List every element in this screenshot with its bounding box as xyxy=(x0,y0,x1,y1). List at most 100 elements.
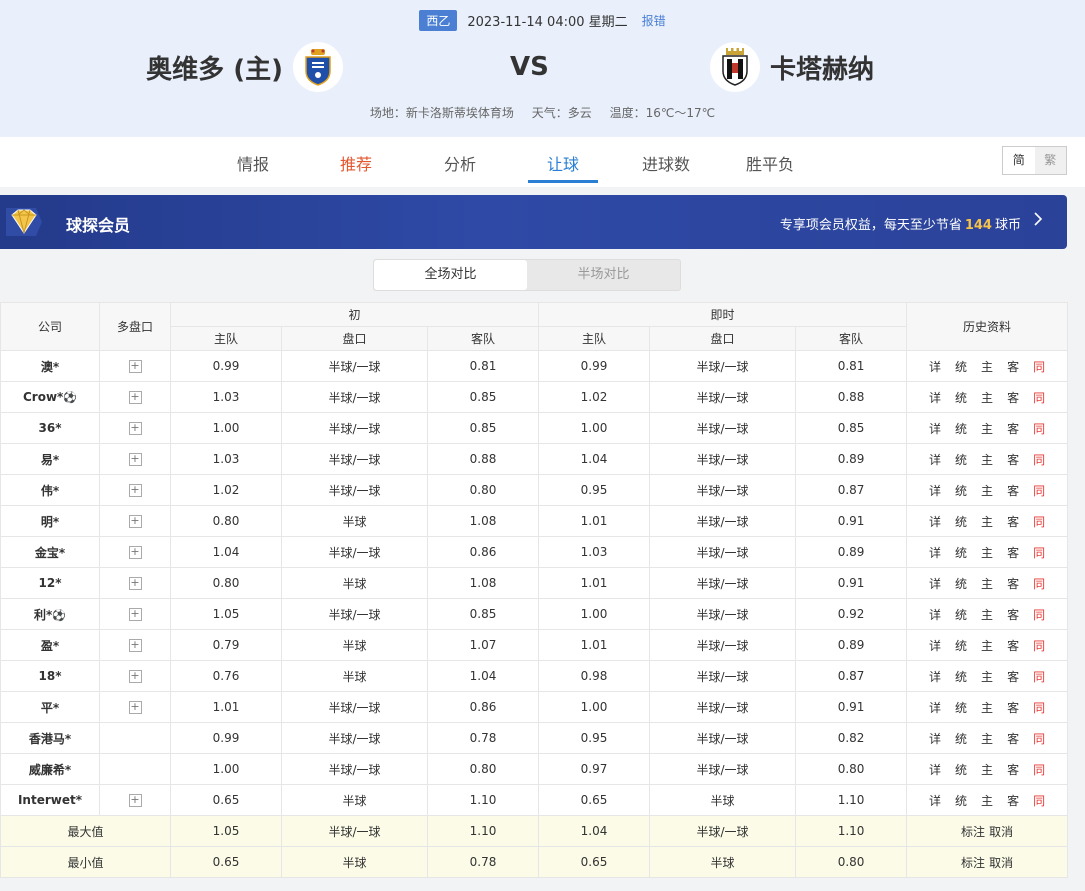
history-away-link[interactable]: 客 xyxy=(1007,577,1019,591)
company-name[interactable]: 利* xyxy=(34,608,52,622)
company-name[interactable]: 伟* xyxy=(41,484,59,498)
history-detail-link[interactable]: 详 xyxy=(929,484,941,498)
mark-link[interactable]: 标注 xyxy=(961,825,985,839)
history-same-link[interactable]: 同 xyxy=(1033,577,1045,591)
history-stats-link[interactable]: 统 xyxy=(955,453,967,467)
history-home-link[interactable]: 主 xyxy=(981,577,993,591)
history-home-link[interactable]: 主 xyxy=(981,360,993,374)
history-stats-link[interactable]: 统 xyxy=(955,577,967,591)
expand-plus-icon[interactable]: + xyxy=(128,794,142,807)
history-stats-link[interactable]: 统 xyxy=(955,484,967,498)
expand-plus-icon[interactable]: + xyxy=(128,360,142,373)
history-detail-link[interactable]: 详 xyxy=(929,515,941,529)
expand-plus-icon[interactable]: + xyxy=(128,608,142,621)
company-cell[interactable]: 金宝* xyxy=(0,536,100,568)
company-cell[interactable]: 12* xyxy=(0,567,100,599)
company-cell[interactable]: 平* xyxy=(0,691,100,723)
history-same-link[interactable]: 同 xyxy=(1033,763,1045,777)
history-away-link[interactable]: 客 xyxy=(1007,484,1019,498)
history-detail-link[interactable]: 详 xyxy=(929,577,941,591)
history-home-link[interactable]: 主 xyxy=(981,515,993,529)
company-cell[interactable]: Crow*⚽ xyxy=(0,381,100,413)
history-away-link[interactable]: 客 xyxy=(1007,639,1019,653)
company-cell[interactable]: 澳* xyxy=(0,350,100,382)
history-stats-link[interactable]: 统 xyxy=(955,670,967,684)
history-home-link[interactable]: 主 xyxy=(981,608,993,622)
company-name[interactable]: 平* xyxy=(41,701,59,715)
cancel-link[interactable]: 取消 xyxy=(989,856,1013,870)
history-detail-link[interactable]: 详 xyxy=(929,763,941,777)
company-cell[interactable]: 盈* xyxy=(0,629,100,661)
company-name[interactable]: 12* xyxy=(39,576,62,590)
expand-plus-icon[interactable]: + xyxy=(128,670,142,683)
company-name[interactable]: 澳* xyxy=(41,360,59,374)
tab-1x2[interactable]: 胜平负 xyxy=(746,151,794,175)
history-away-link[interactable]: 客 xyxy=(1007,422,1019,436)
history-home-link[interactable]: 主 xyxy=(981,701,993,715)
history-stats-link[interactable]: 统 xyxy=(955,422,967,436)
history-stats-link[interactable]: 统 xyxy=(955,546,967,560)
history-detail-link[interactable]: 详 xyxy=(929,360,941,374)
history-detail-link[interactable]: 详 xyxy=(929,422,941,436)
report-error-link[interactable]: 报错 xyxy=(642,12,666,29)
history-detail-link[interactable]: 详 xyxy=(929,732,941,746)
tab-intel[interactable]: 情报 xyxy=(237,151,269,175)
history-away-link[interactable]: 客 xyxy=(1007,608,1019,622)
away-team[interactable]: 卡塔赫纳 xyxy=(710,42,874,92)
expand-plus-icon[interactable]: + xyxy=(128,391,142,404)
history-same-link[interactable]: 同 xyxy=(1033,391,1045,405)
history-same-link[interactable]: 同 xyxy=(1033,670,1045,684)
history-away-link[interactable]: 客 xyxy=(1007,360,1019,374)
company-name[interactable]: Crow* xyxy=(23,390,63,404)
company-cell[interactable]: 伟* xyxy=(0,474,100,506)
mark-link[interactable]: 标注 xyxy=(961,856,985,870)
history-same-link[interactable]: 同 xyxy=(1033,484,1045,498)
history-detail-link[interactable]: 详 xyxy=(929,453,941,467)
home-team-logo-icon[interactable] xyxy=(293,42,343,92)
history-stats-link[interactable]: 统 xyxy=(955,732,967,746)
home-team[interactable]: 奥维多 (主) xyxy=(146,42,343,92)
half-time-compare-button[interactable]: 半场对比 xyxy=(527,260,680,290)
away-team-name[interactable]: 卡塔赫纳 xyxy=(770,49,874,86)
member-banner[interactable]: 球探会员 专享项会员权益，每天至少节省 144 球币 xyxy=(0,195,1067,249)
company-name[interactable]: 金宝* xyxy=(35,546,65,560)
company-name[interactable]: 18* xyxy=(39,669,62,683)
company-name[interactable]: 盈* xyxy=(41,639,59,653)
company-cell[interactable]: 利*⚽ xyxy=(0,598,100,630)
expand-plus-icon[interactable]: + xyxy=(128,546,142,559)
history-home-link[interactable]: 主 xyxy=(981,794,993,808)
company-cell[interactable]: 18* xyxy=(0,660,100,692)
history-stats-link[interactable]: 统 xyxy=(955,608,967,622)
company-name[interactable]: 明* xyxy=(41,515,59,529)
history-home-link[interactable]: 主 xyxy=(981,763,993,777)
history-same-link[interactable]: 同 xyxy=(1033,422,1045,436)
history-detail-link[interactable]: 详 xyxy=(929,701,941,715)
tab-analysis[interactable]: 分析 xyxy=(444,151,476,175)
history-detail-link[interactable]: 详 xyxy=(929,608,941,622)
expand-plus-icon[interactable]: + xyxy=(128,515,142,528)
company-cell[interactable]: 36* xyxy=(0,412,100,444)
expand-plus-icon[interactable]: + xyxy=(128,639,142,652)
expand-plus-icon[interactable]: + xyxy=(128,577,142,590)
history-home-link[interactable]: 主 xyxy=(981,453,993,467)
expand-plus-icon[interactable]: + xyxy=(128,422,142,435)
company-name[interactable]: 威廉希* xyxy=(29,763,71,777)
history-home-link[interactable]: 主 xyxy=(981,484,993,498)
history-home-link[interactable]: 主 xyxy=(981,546,993,560)
expand-plus-icon[interactable]: + xyxy=(128,701,142,714)
history-same-link[interactable]: 同 xyxy=(1033,546,1045,560)
history-same-link[interactable]: 同 xyxy=(1033,608,1045,622)
history-stats-link[interactable]: 统 xyxy=(955,701,967,715)
away-team-logo-icon[interactable] xyxy=(710,42,760,92)
company-cell[interactable]: 明* xyxy=(0,505,100,537)
company-cell[interactable]: 易* xyxy=(0,443,100,475)
company-name[interactable]: 易* xyxy=(41,453,59,467)
cancel-link[interactable]: 取消 xyxy=(989,825,1013,839)
company-name[interactable]: 香港马* xyxy=(29,732,71,746)
company-name[interactable]: Interwet* xyxy=(18,793,82,807)
history-stats-link[interactable]: 统 xyxy=(955,639,967,653)
tab-total-goals[interactable]: 进球数 xyxy=(642,151,690,175)
company-cell[interactable]: 威廉希* xyxy=(0,753,100,785)
history-away-link[interactable]: 客 xyxy=(1007,546,1019,560)
history-detail-link[interactable]: 详 xyxy=(929,639,941,653)
